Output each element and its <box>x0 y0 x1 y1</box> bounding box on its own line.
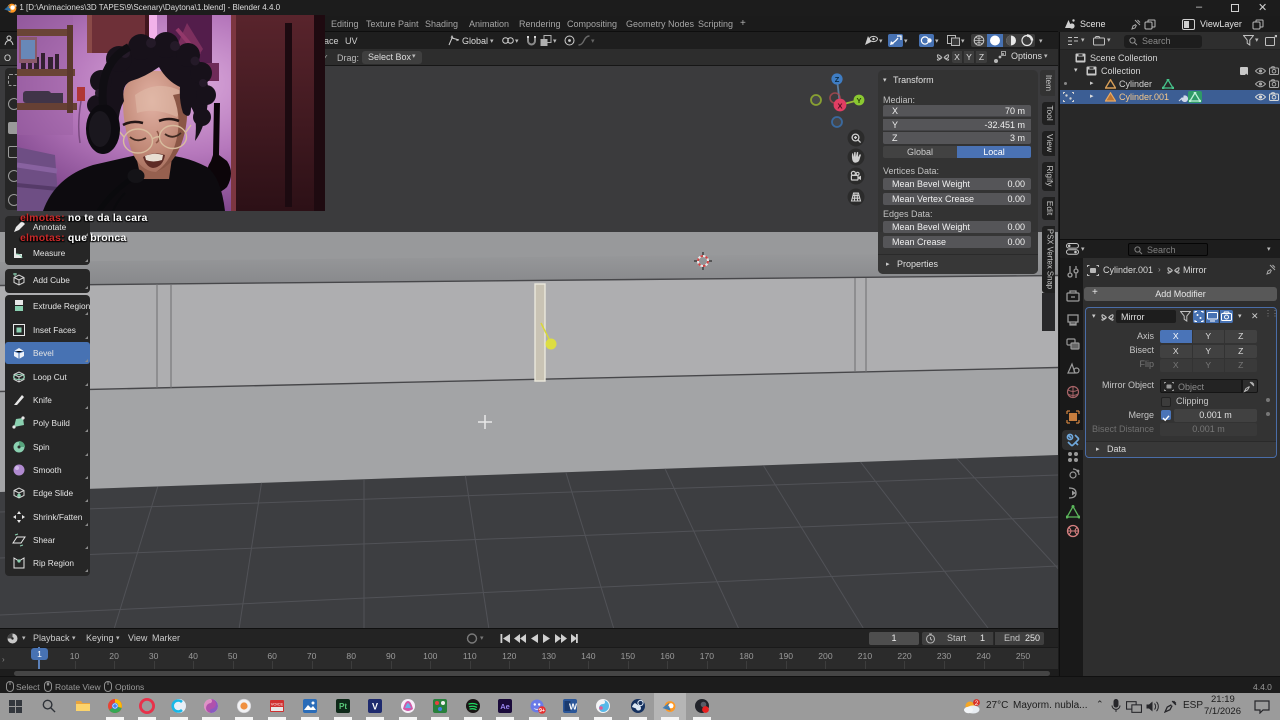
svg-text:Pt: Pt <box>339 702 347 711</box>
svg-text:Y: Y <box>856 96 861 105</box>
svg-text:Z: Z <box>835 75 840 84</box>
svg-text:V: V <box>372 702 378 712</box>
svg-text:Ae: Ae <box>500 702 510 711</box>
svg-text:X: X <box>837 102 842 111</box>
svg-text:VOICE: VOICE <box>271 702 284 707</box>
svg-text:9+: 9+ <box>539 708 545 714</box>
svg-text:W: W <box>569 702 578 712</box>
